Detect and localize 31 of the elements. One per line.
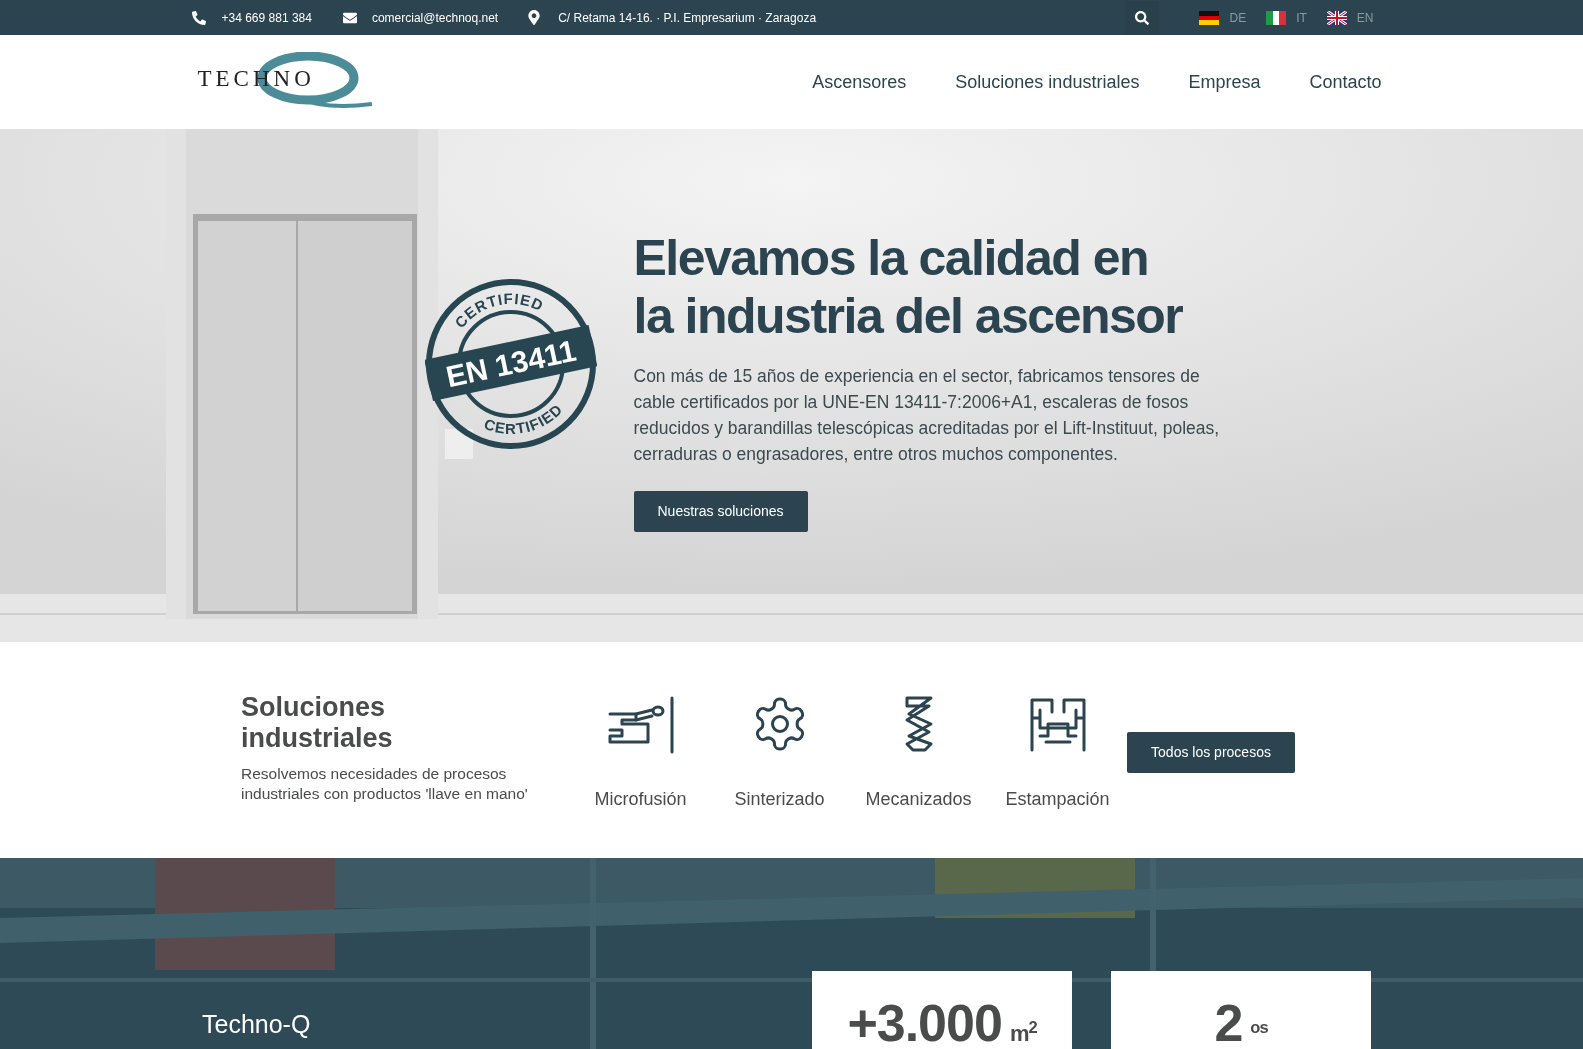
process-link[interactable]: Mecanizados xyxy=(849,694,988,813)
flag-icon xyxy=(1199,10,1220,25)
company-title: Techno-Q xyxy=(202,1009,311,1040)
section-title: Soluciones industriales xyxy=(241,692,394,754)
mail-icon xyxy=(341,10,358,25)
hero-title: Elevamos la calidad en la industria del ascensor xyxy=(633,229,1184,345)
address: C/ Retama 14-16. · P.I. Empresarium · Zaragoza xyxy=(558,9,817,27)
search-icon xyxy=(1135,10,1150,25)
flag-icon xyxy=(1266,10,1287,25)
hero-description: Con más de 15 años de experiencia en el sector, fabricamos tensores de cable certificados por la UNE-EN 13411-7:2006+A1, escaleras de fosos reducidos y barandillas telescópicas acreditadas por el Lift-Instituut, poleas, cerraduras o engrasadores, entre otros muchos componentes. xyxy=(633,365,1221,466)
nav-link[interactable]: Empresa xyxy=(1188,68,1261,96)
process-link[interactable]: Microfusión xyxy=(571,694,710,813)
nav-link[interactable]: Soluciones industriales xyxy=(955,68,1140,96)
language-link[interactable]: EN xyxy=(1326,8,1374,27)
phone-icon xyxy=(191,10,206,25)
flag-icon xyxy=(1326,10,1347,25)
process-link[interactable]: Sinterizado xyxy=(710,694,849,813)
email-address: comercial@technoq.net xyxy=(371,9,499,27)
stat-value: 2$^{os}$ xyxy=(1214,993,1268,1049)
section-description: Resolvemos necesidades de procesos industriales con productos 'llave en mano' xyxy=(241,764,529,804)
stat-value: +3.000 m$^{2}$ xyxy=(847,993,1037,1049)
all-processes-button[interactable]: Todos los procesos xyxy=(1127,732,1295,773)
nav-link[interactable]: Contacto xyxy=(1309,68,1382,96)
solutions-button[interactable]: Nuestras soluciones xyxy=(633,491,808,532)
process-link[interactable]: Estampación xyxy=(988,694,1127,813)
language-link[interactable]: DE xyxy=(1199,8,1247,27)
nav-link[interactable]: Ascensores xyxy=(812,68,907,96)
search-button[interactable] xyxy=(1125,0,1160,35)
phone-number: +34 669 881 384 xyxy=(221,9,312,27)
language-link[interactable]: IT xyxy=(1266,8,1307,27)
location-pin-icon xyxy=(528,10,541,25)
